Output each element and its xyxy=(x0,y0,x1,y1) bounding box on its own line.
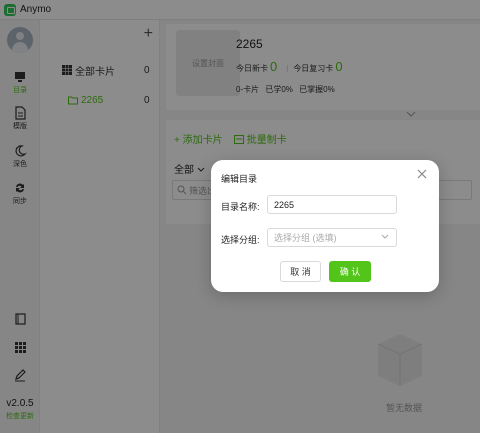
edit-directory-dialog: 编辑目录 目录名称: 选择分组: 选择分组 (选填) 取 消 确 认 xyxy=(211,160,439,292)
dialog-title: 编辑目录 xyxy=(221,174,258,184)
group-placeholder: 选择分组 (选填) xyxy=(274,233,337,243)
directory-name-input[interactable] xyxy=(267,195,397,214)
group-select[interactable]: 选择分组 (选填) xyxy=(267,228,397,247)
name-label: 目录名称: xyxy=(221,202,260,212)
confirm-button[interactable]: 确 认 xyxy=(329,261,371,282)
chevron-down-icon xyxy=(381,234,389,239)
cancel-button[interactable]: 取 消 xyxy=(280,261,321,282)
group-label: 选择分组: xyxy=(221,235,260,245)
close-icon[interactable] xyxy=(417,169,427,179)
